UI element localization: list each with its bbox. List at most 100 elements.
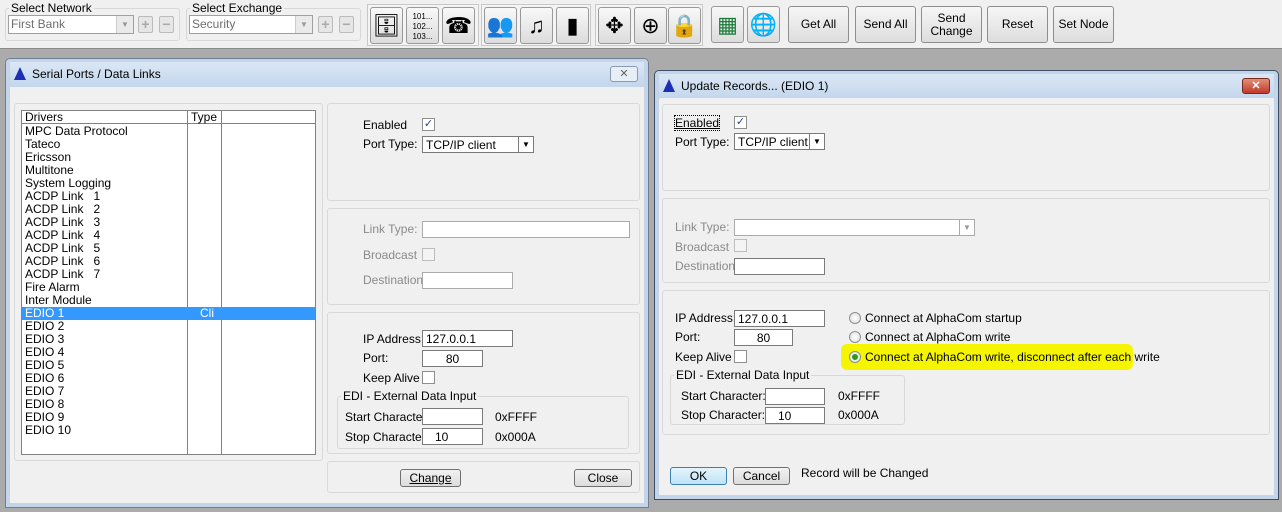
globe-icon[interactable]: 🌐 [747, 6, 780, 43]
network-value: First Bank [11, 17, 66, 31]
broadcast-label: Broadcast [363, 248, 418, 262]
change-button[interactable]: Change [400, 469, 461, 487]
list-item[interactable]: EDIO 6 [22, 372, 315, 385]
radio-connect-startup-label: Connect at AlphaCom startup [865, 311, 1022, 325]
exchange-select[interactable]: Security ▼ [189, 15, 313, 34]
port-label: Port: [363, 351, 389, 365]
link-type-label: Link Type: [675, 220, 730, 234]
enabled-label: Enabled [363, 118, 408, 132]
get-all-button[interactable]: Get All [788, 6, 849, 43]
list-item[interactable]: EDIO 2 [22, 320, 315, 333]
ok-button[interactable]: OK [670, 467, 727, 485]
destination-input[interactable] [734, 258, 825, 275]
ip-input[interactable]: 127.0.0.1 [734, 310, 825, 327]
list-item[interactable]: EDIO 10 [22, 424, 315, 437]
link-type-label: Link Type: [363, 222, 418, 236]
start-character-input[interactable] [765, 388, 825, 405]
column-header[interactable]: Type [191, 111, 217, 124]
port-input[interactable]: 80 [734, 329, 793, 346]
cancel-button[interactable]: Cancel [733, 467, 790, 485]
driver-type: Cli [200, 306, 214, 320]
list-header: Drivers Type [22, 111, 315, 124]
stop-character-input[interactable]: 10 [422, 428, 483, 445]
network-select[interactable]: First Bank ▼ [8, 15, 134, 34]
list-item[interactable]: EDIO 1 Cli [22, 307, 315, 320]
radio-connect-write[interactable] [849, 331, 861, 343]
send-change-button[interactable]: Send Change [921, 6, 982, 43]
add-network-button[interactable]: + [138, 16, 153, 33]
remove-exchange-button[interactable]: − [339, 16, 354, 33]
chevron-down-icon: ▼ [295, 16, 312, 33]
start-character-hex: 0xFFFF [495, 410, 537, 424]
destination-input[interactable] [422, 272, 513, 289]
send-all-button[interactable]: Send All [855, 6, 916, 43]
music-icon[interactable]: ♫ [520, 7, 553, 44]
port-type-select[interactable]: TCP/IP client ▼ [422, 136, 534, 153]
list-item[interactable]: EDIO 7 [22, 385, 315, 398]
title-bar[interactable]: Update Records... (EDIO 1) ✕ [659, 74, 1274, 99]
radio-connect-write-disconnect[interactable] [849, 351, 861, 363]
port-type-select[interactable]: TCP/IP client ▼ [734, 133, 825, 150]
port-label: Port: [675, 330, 701, 344]
title-bar[interactable]: Serial Ports / Data Links ✕ [10, 62, 644, 87]
status-text: Record will be Changed [801, 466, 929, 480]
list-item[interactable]: EDIO 8 [22, 398, 315, 411]
link-type-select[interactable]: ▼ [734, 219, 975, 236]
column-header[interactable]: Drivers [25, 111, 63, 124]
enabled-checkbox[interactable]: ✓ [734, 116, 747, 129]
lock-icon[interactable]: 🔒 [668, 7, 701, 44]
radio-connect-write-disconnect-label: Connect at AlphaCom write, disconnect af… [865, 350, 1160, 364]
port-input[interactable]: 80 [422, 350, 483, 367]
list-item[interactable]: EDIO 4 [22, 346, 315, 359]
ip-label: IP Address: [363, 332, 425, 346]
exchange-value: Security [192, 17, 236, 31]
close-button[interactable]: Close [574, 469, 632, 487]
start-character-label: Start Character: [681, 389, 766, 403]
broadcast-checkbox[interactable] [734, 239, 747, 252]
network-hub-icon[interactable]: ✥ [598, 7, 631, 44]
close-icon[interactable]: ✕ [1242, 78, 1270, 94]
exchange-label: Select Exchange [192, 1, 283, 15]
edi-group-label: EDI - External Data Input [343, 389, 477, 403]
keep-alive-checkbox[interactable] [734, 350, 747, 363]
stop-character-input[interactable]: 10 [765, 407, 825, 424]
phone-icon[interactable]: ☎ [442, 7, 475, 44]
list-item[interactable]: Inter Module [22, 294, 315, 307]
reset-button[interactable]: Reset [987, 6, 1048, 43]
routing-icon[interactable]: ⊕ [634, 7, 667, 44]
pager-icon[interactable]: ▮ [556, 7, 589, 44]
enabled-label: Enabled [673, 115, 721, 131]
server-icon[interactable]: 🗄 [370, 7, 403, 44]
destination-label: Destination: [363, 273, 427, 287]
set-node-button[interactable]: Set Node [1053, 6, 1114, 43]
list-item[interactable]: EDIO 3 [22, 333, 315, 346]
list-item[interactable]: EDIO 5 [22, 359, 315, 372]
users-icon[interactable]: 👥 [484, 7, 517, 44]
icon-group-1: 🗄 101... 102... 103... ☎ [367, 4, 479, 46]
broadcast-label: Broadcast [675, 240, 730, 254]
network-label: Select Network [11, 1, 92, 15]
excel-export-icon[interactable]: ▦ [711, 6, 744, 43]
stop-character-label: Stop Character: [681, 408, 766, 422]
radio-connect-startup[interactable] [849, 312, 861, 324]
enabled-checkbox[interactable]: ✓ [422, 118, 435, 131]
link-type-input[interactable] [422, 221, 630, 238]
close-icon[interactable]: ✕ [610, 66, 638, 82]
driver-list[interactable]: Drivers Type MPC Data Protocol Tateco Ericss… [21, 110, 316, 455]
directory-numbers-icon[interactable]: 101... 102... 103... [406, 7, 439, 44]
stop-character-hex: 0x000A [495, 430, 536, 444]
chevron-down-icon: ▼ [959, 220, 974, 235]
port-type-value: TCP/IP client [426, 138, 496, 152]
list-item[interactable]: MPC Data Protocol [22, 125, 315, 138]
start-character-hex: 0xFFFF [838, 389, 880, 403]
icon-group-3: ✥ ⊕ 🔒 [595, 4, 703, 46]
add-exchange-button[interactable]: + [318, 16, 333, 33]
ip-input[interactable]: 127.0.0.1 [422, 330, 513, 347]
port-type-label: Port Type: [675, 135, 730, 149]
remove-network-button[interactable]: − [159, 16, 174, 33]
broadcast-checkbox[interactable] [422, 248, 435, 261]
keep-alive-checkbox[interactable] [422, 371, 435, 384]
toolbar: Select Network First Bank ▼ + − Select Ex… [0, 0, 1282, 49]
port-type-value: TCP/IP client [738, 135, 808, 149]
start-character-input[interactable] [422, 408, 483, 425]
